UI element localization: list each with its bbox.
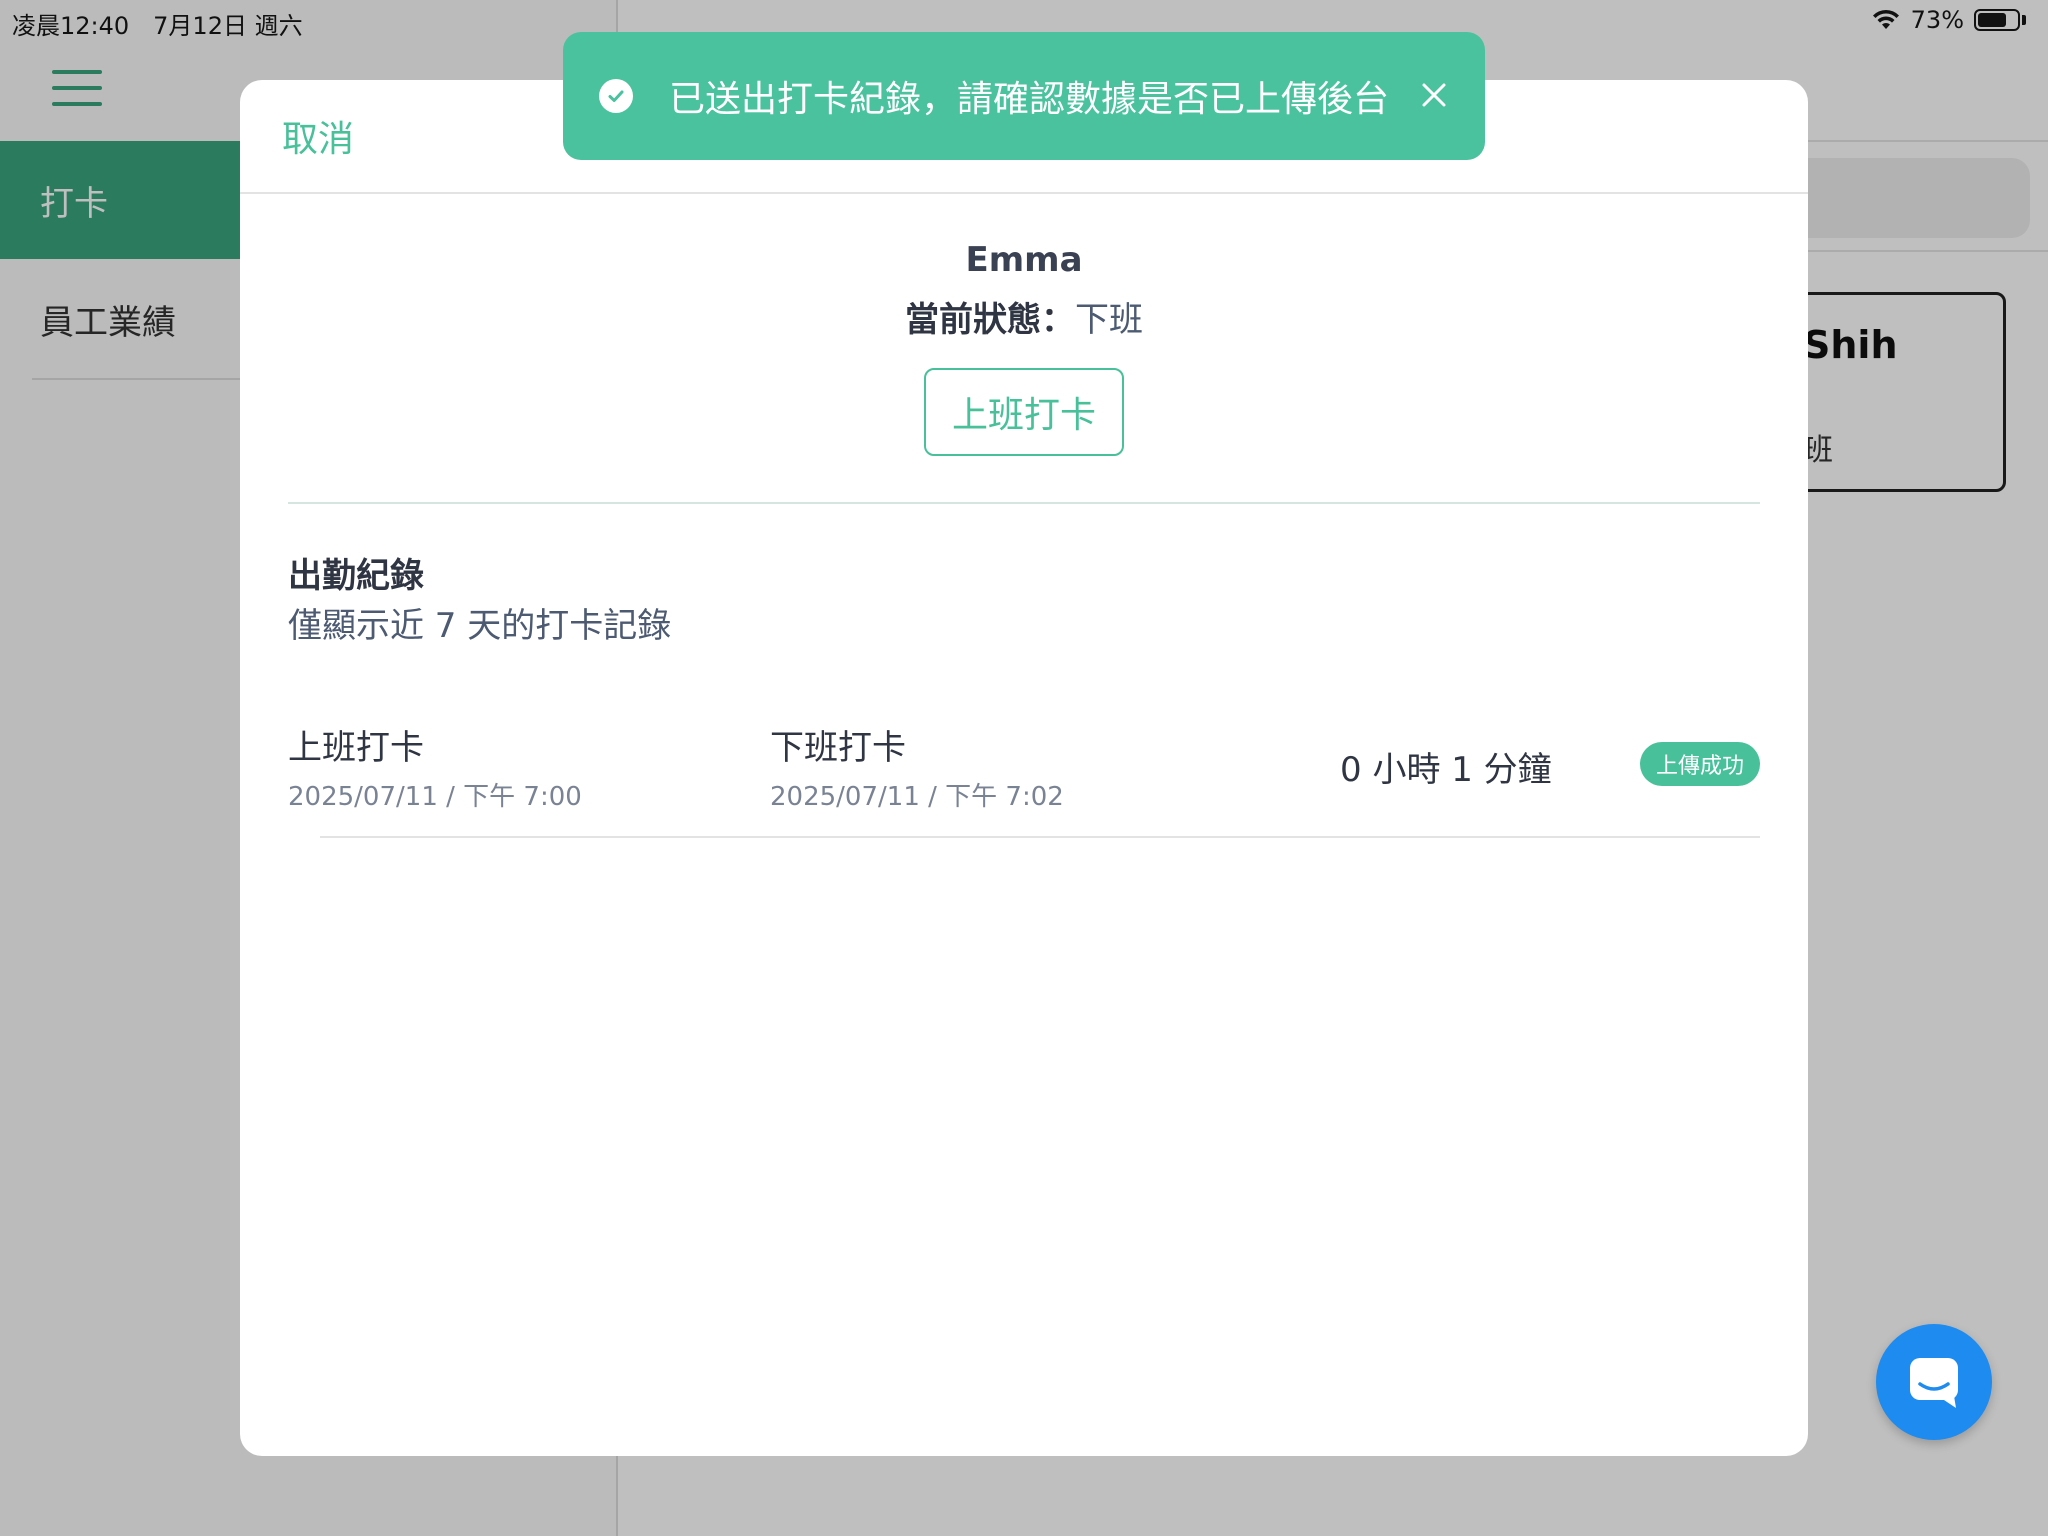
work-duration: 0 小時 1 分鐘 — [1340, 750, 1552, 790]
battery-level-fill — [1978, 13, 2006, 27]
cancel-button[interactable]: 取消 — [282, 110, 354, 162]
table-row: 上班打卡 2025/07/11 / 下午 7:00 下班打卡 2025/07/1… — [288, 720, 1760, 840]
success-toast: 已送出打卡紀錄，請確認數據是否已上傳後台 — [563, 32, 1485, 160]
clock-in-time: 2025/07/11 / 下午 7:00 — [288, 782, 582, 812]
check-circle-icon — [599, 79, 633, 113]
clock-in-modal: 取消 Emma 當前狀態：下班 上班打卡 出勤紀錄 僅顯示近 7 天的打卡記錄 … — [240, 80, 1808, 1456]
current-status: 當前狀態：下班 — [240, 292, 1808, 341]
chat-icon — [1910, 1358, 1958, 1408]
battery-percent: 73% — [1910, 6, 1964, 34]
clock-in-label: 上班打卡 — [288, 728, 424, 768]
records-subtitle: 僅顯示近 7 天的打卡記錄 — [288, 606, 672, 646]
toast-message: 已送出打卡紀錄，請確認數據是否已上傳後台 — [669, 79, 1390, 120]
clock-in-button[interactable]: 上班打卡 — [924, 368, 1124, 456]
clock-out-label: 下班打卡 — [770, 728, 906, 768]
row-divider — [320, 836, 1760, 838]
records-title: 出勤紀錄 — [288, 556, 424, 596]
status-time: 凌晨12:40 7月12日 週六 — [12, 12, 303, 40]
battery-icon — [1974, 9, 2020, 31]
status-label: 當前狀態： — [905, 300, 1075, 340]
employee-name: Emma — [965, 240, 1083, 280]
battery-nub — [2022, 15, 2026, 25]
chat-button[interactable] — [1876, 1324, 1992, 1440]
status-value: 下班 — [1075, 300, 1143, 340]
section-divider — [288, 502, 1760, 504]
close-icon[interactable] — [1409, 70, 1459, 120]
wifi-icon — [1872, 9, 1899, 29]
clock-out-time: 2025/07/11 / 下午 7:02 — [770, 782, 1064, 812]
upload-status-badge: 上傳成功 — [1640, 742, 1760, 786]
status-indicators: 73% — [1871, 6, 2026, 34]
